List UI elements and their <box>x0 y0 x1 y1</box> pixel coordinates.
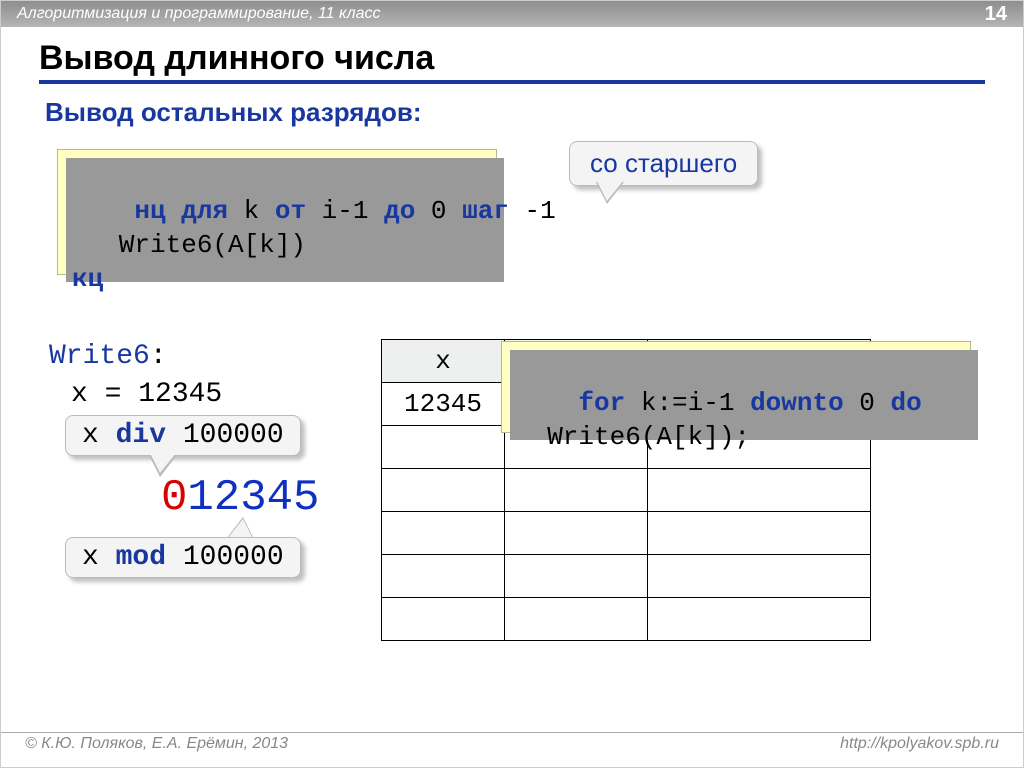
table-row <box>382 555 871 598</box>
expr-div: x div 100000 <box>65 415 301 456</box>
footer: © К.Ю. Поляков, Е.А. Ерёмин, 2013 http:/… <box>1 732 1023 765</box>
bignum: 012345 <box>161 473 319 523</box>
course-label: Алгоритмизация и программирование, 11 кл… <box>17 5 381 22</box>
footer-left: © К.Ю. Поляков, Е.А. Ерёмин, 2013 <box>25 735 288 752</box>
expr-mod-tail <box>227 519 253 539</box>
table-row <box>382 598 871 641</box>
code-block-ru: нц для k от i-1 до 0 шаг -1 Write6(A[k])… <box>57 149 497 275</box>
col-x: x <box>382 340 505 383</box>
page-title: Вывод длинного числа <box>39 39 985 84</box>
topbar: Алгоритмизация и программирование, 11 кл… <box>1 1 1023 27</box>
expr-div-tail <box>150 453 176 473</box>
expr-mod: x mod 100000 <box>65 537 301 578</box>
page-number: 14 <box>985 1 1007 27</box>
slide: Алгоритмизация и программирование, 11 кл… <box>0 0 1024 768</box>
table-row <box>382 512 871 555</box>
write6-label: Write6: <box>49 341 167 372</box>
subtitle: Вывод остальных разрядов: <box>45 97 422 128</box>
code-block-pascal: for k:=i-1 downto 0 do Write6(A[k]); <box>501 341 971 433</box>
callout-top: со старшего <box>569 141 758 186</box>
table-row <box>382 469 871 512</box>
x-value: x = 12345 <box>71 379 222 410</box>
footer-right: http://kpolyakov.spb.ru <box>840 735 999 753</box>
callout-tail <box>597 181 623 201</box>
